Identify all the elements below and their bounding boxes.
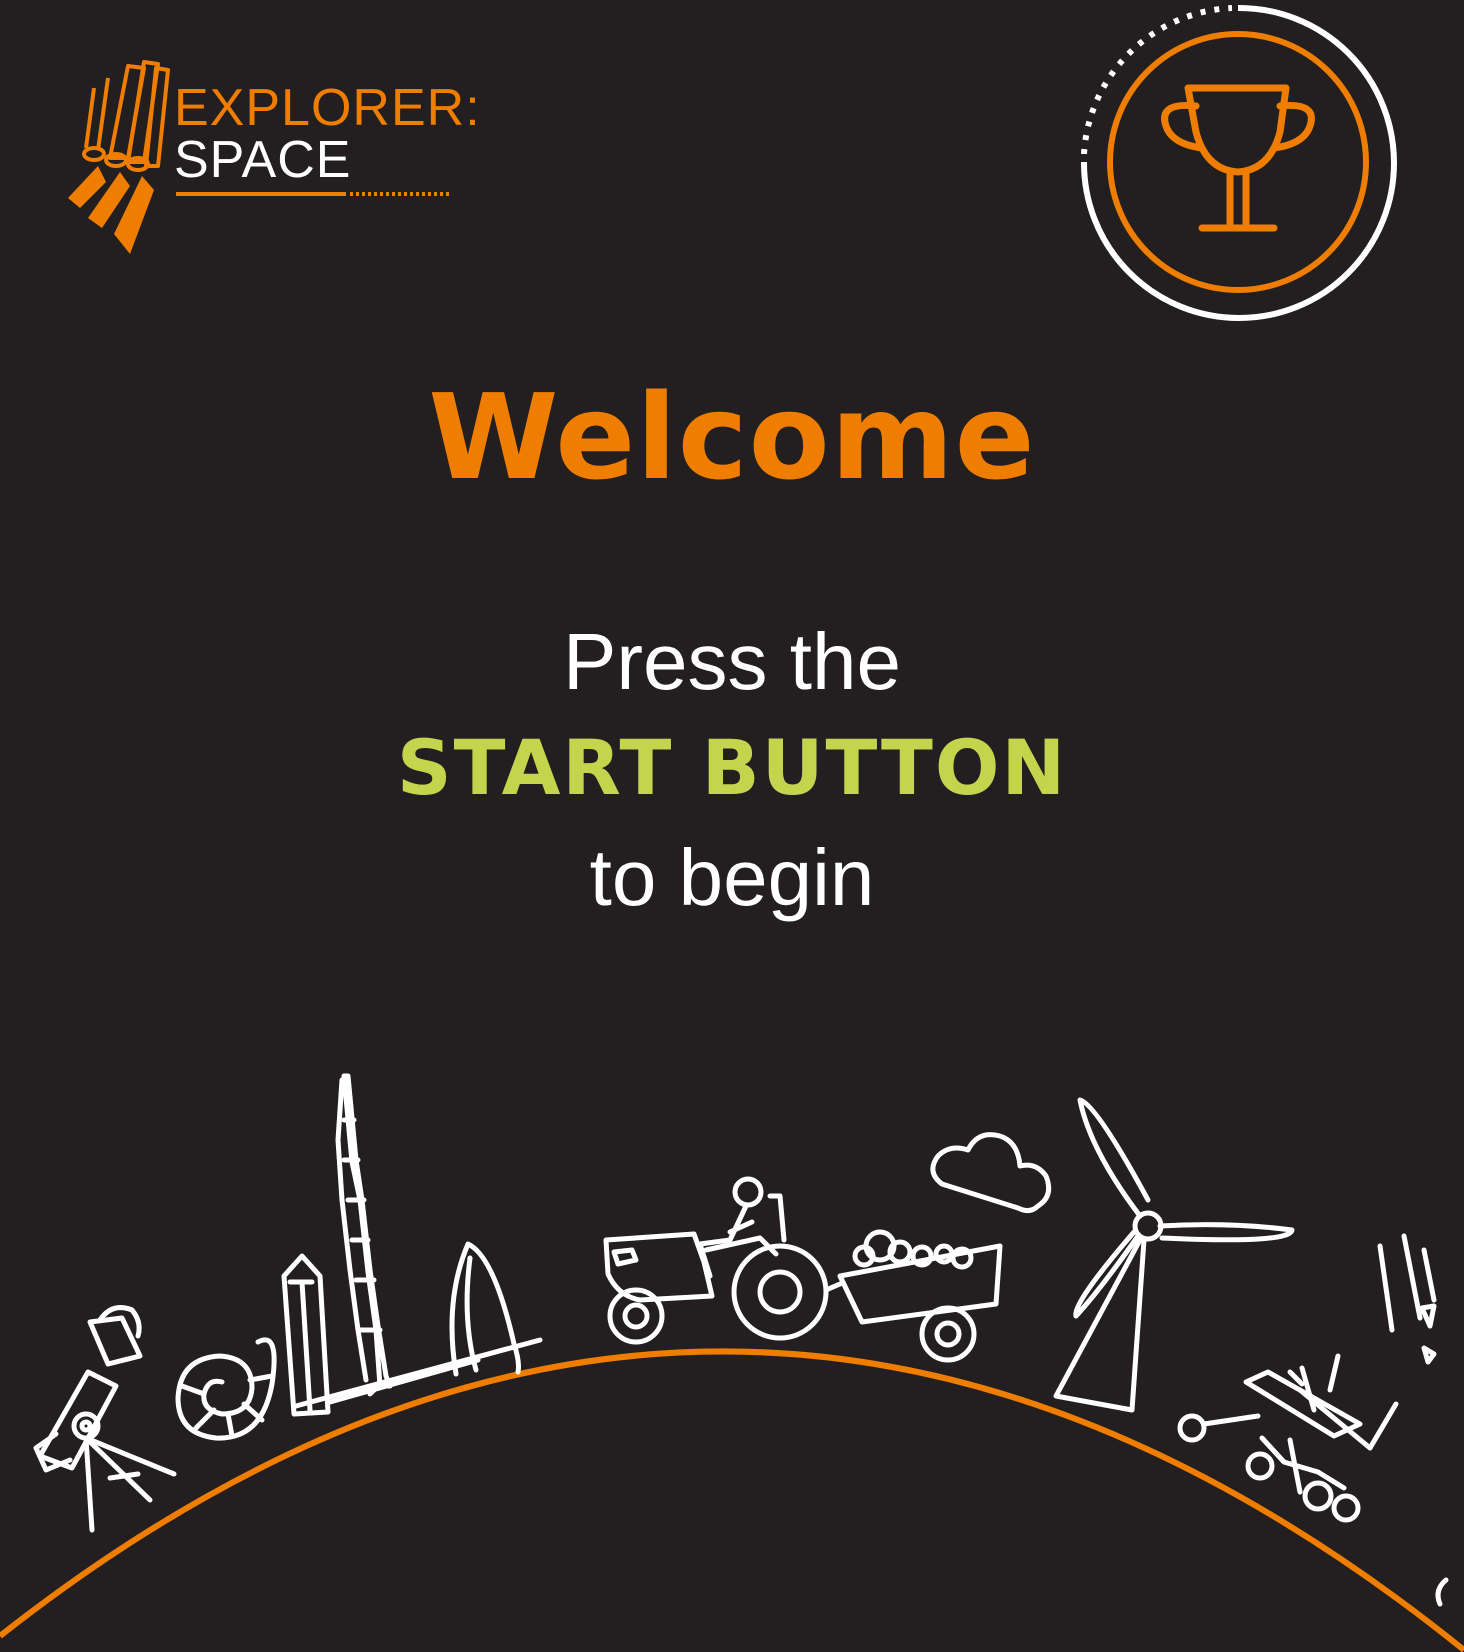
logo-title-secondary: SPACE: [174, 131, 352, 189]
wind-turbine-icon: [1053, 1097, 1295, 1413]
welcome-screen: EXPLORER: SPACE Welcome Press the START …: [0, 0, 1464, 1652]
welcome-title: Welcome: [428, 368, 1036, 506]
planet-scene-illustration: [0, 1060, 1464, 1652]
instruction-start-button-text: START BUTTON: [396, 723, 1068, 812]
instruction-line-3: to begin: [589, 833, 875, 922]
tractor-icon: [603, 1176, 1003, 1363]
rover-icon: [1177, 1353, 1399, 1523]
planet-horizon: [0, 1348, 1464, 1652]
trophy-icon: [1080, 4, 1397, 321]
cloud-icon: [930, 1132, 1052, 1214]
instruction-line-1: Press the: [563, 617, 901, 706]
skyscraper-icon: [281, 1073, 543, 1417]
telescope-icon: [33, 1305, 177, 1533]
explorer-space-logo: EXPLORER: SPACE: [58, 58, 481, 268]
trophy-button[interactable]: [1078, 2, 1404, 328]
logo-title-primary: EXPLORER:: [174, 79, 481, 137]
comet-icon: [1377, 1233, 1449, 1607]
shell-icon: [175, 1337, 277, 1441]
